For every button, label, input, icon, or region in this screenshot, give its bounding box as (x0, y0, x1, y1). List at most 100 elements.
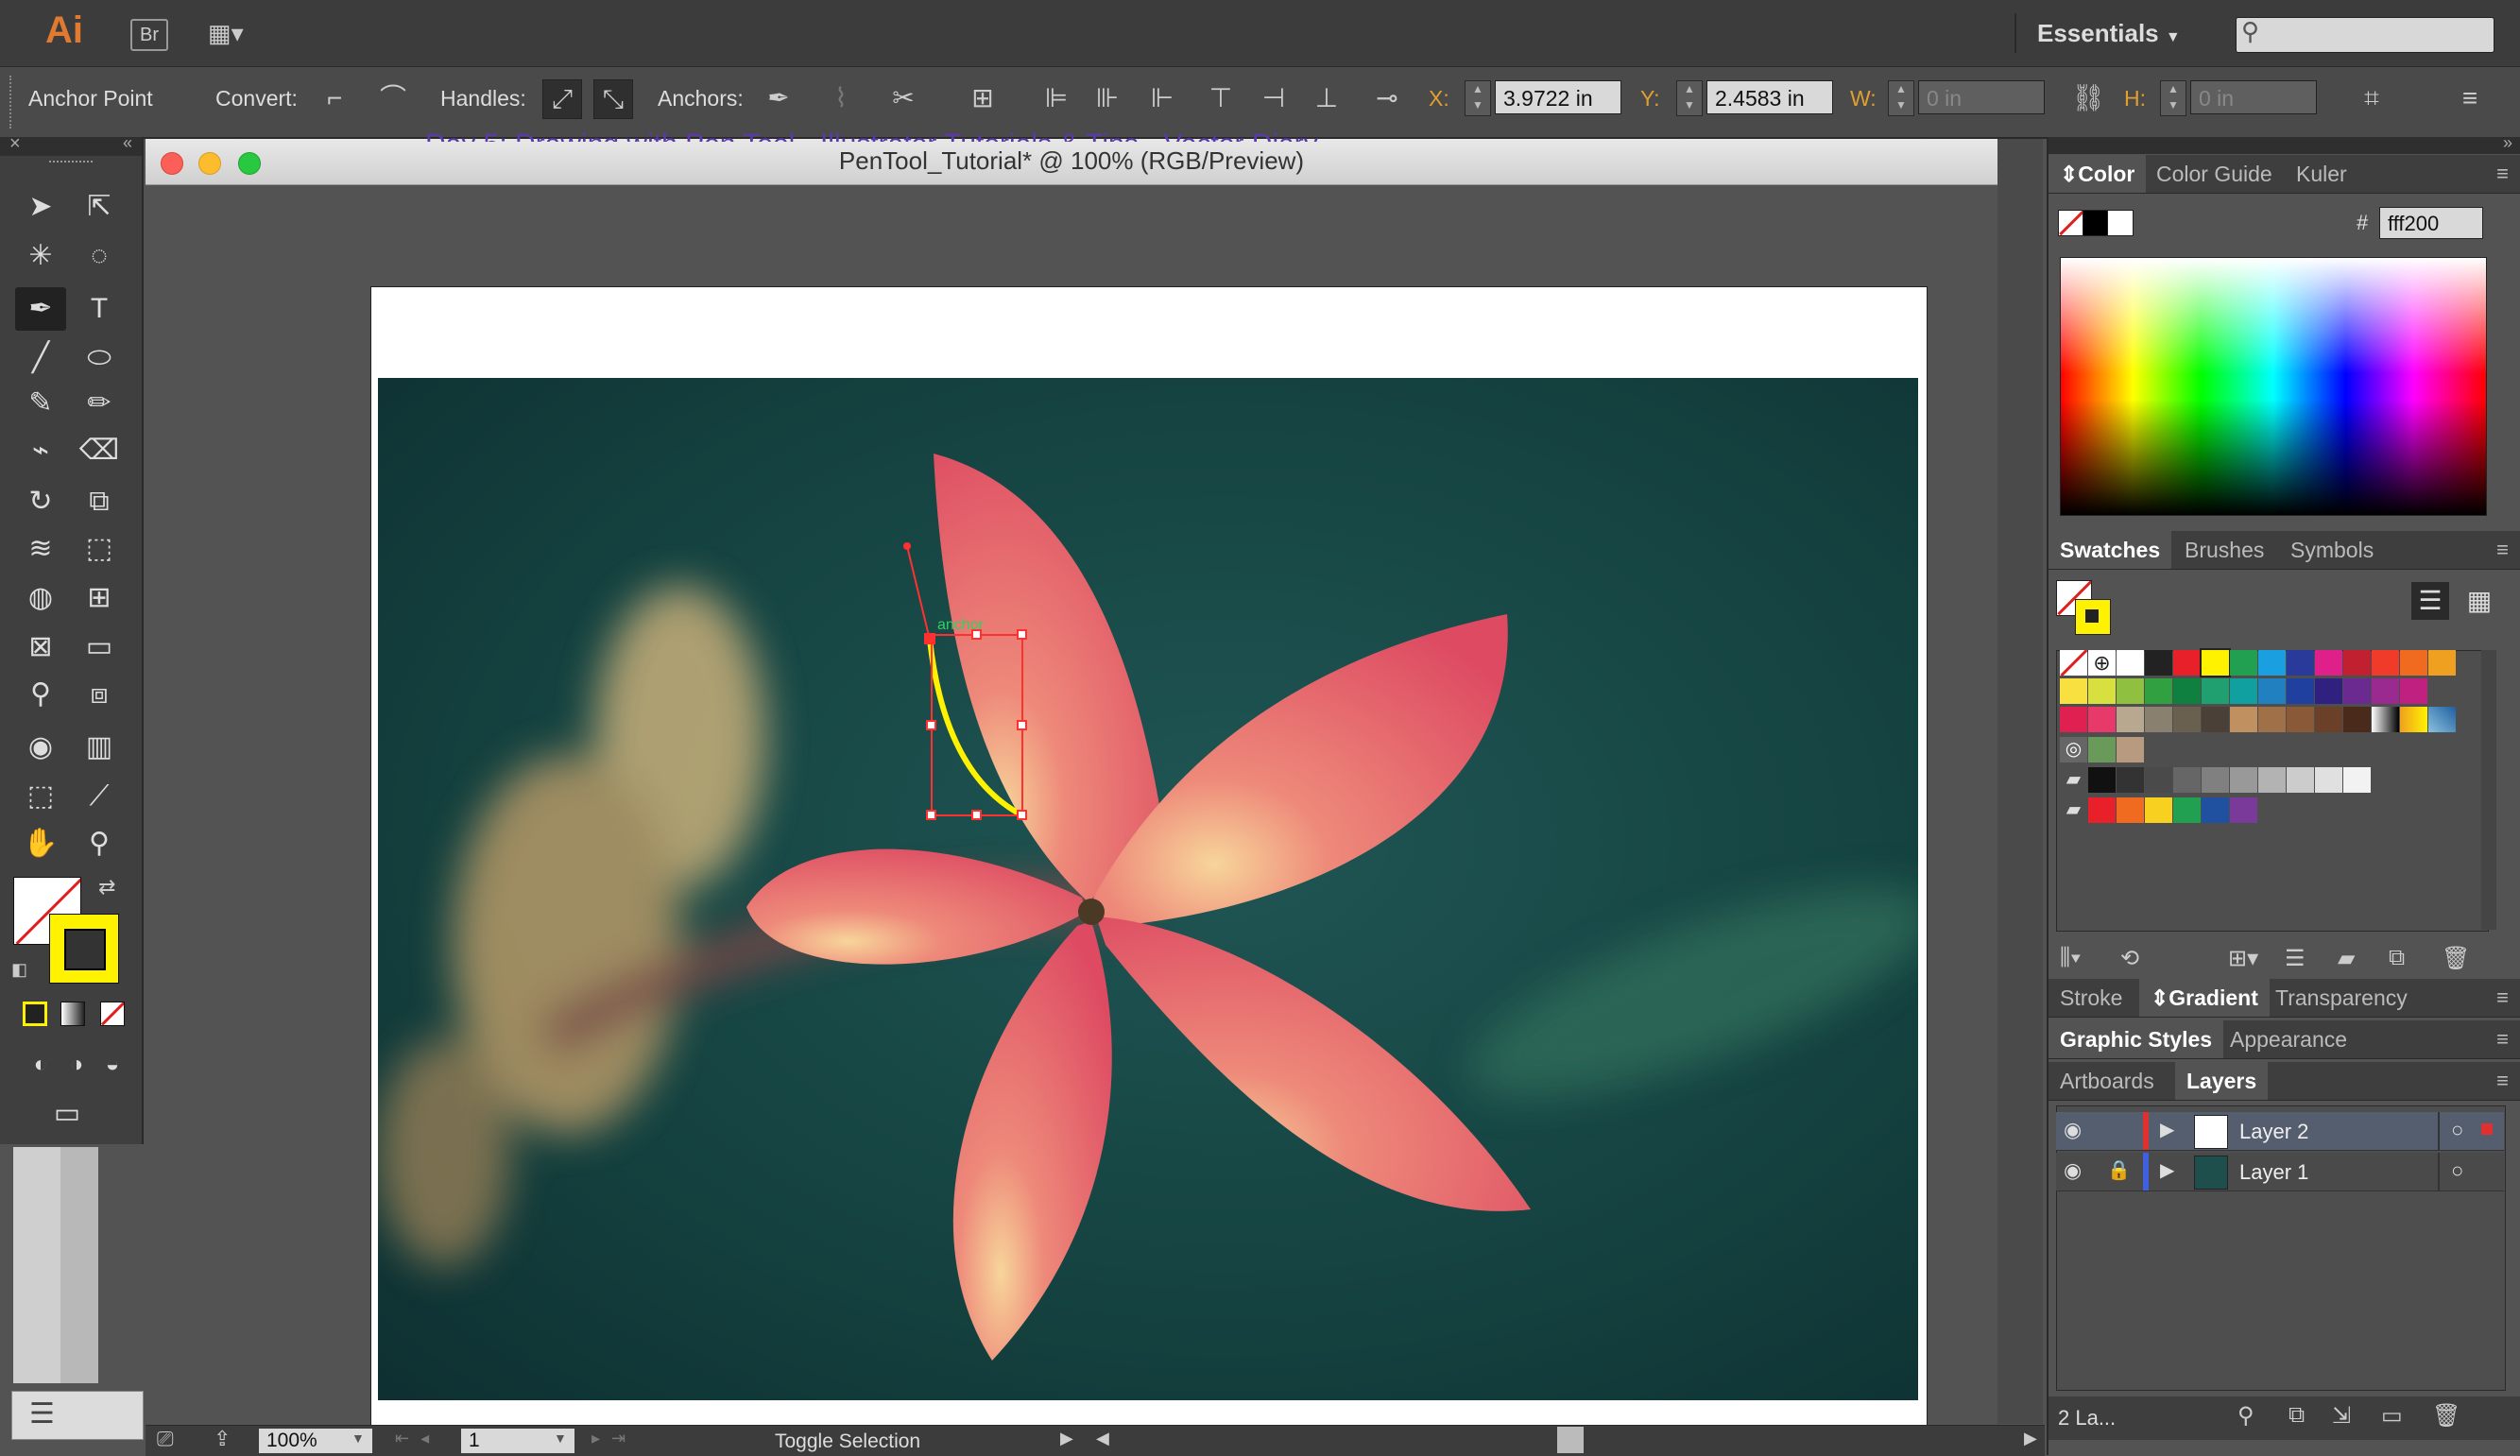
swatch[interactable] (2287, 707, 2314, 732)
width-tool-icon[interactable]: ≋ (15, 527, 66, 571)
swatch[interactable] (2400, 650, 2427, 676)
swatch[interactable] (2287, 650, 2314, 676)
swatch-kind-icon[interactable]: ⟲ (2120, 945, 2139, 972)
swatch[interactable] (2173, 797, 2201, 823)
swatch-stroke-indicator[interactable] (2075, 599, 2111, 635)
swatch[interactable] (2258, 650, 2286, 676)
swatch[interactable] (2372, 650, 2399, 676)
swatch[interactable] (2088, 707, 2116, 732)
pattern-swatch[interactable] (2117, 737, 2144, 762)
align-middle-icon[interactable]: ⊣ (1255, 79, 1293, 117)
pen-tool-icon[interactable]: ✒ (15, 287, 66, 331)
tab-symbols[interactable]: Symbols (2279, 531, 2385, 569)
align-top-icon[interactable]: ⊤ (1202, 79, 1240, 117)
lasso-tool-icon[interactable]: ◌ (74, 234, 125, 278)
magic-wand-tool-icon[interactable]: ✳ (15, 234, 66, 278)
share-icon[interactable]: ⇪ (214, 1427, 231, 1451)
black-color-swatch[interactable] (2083, 210, 2109, 236)
swatch[interactable] (2088, 678, 2116, 704)
artboard-tool-icon[interactable]: ⬚ (15, 775, 66, 818)
tab-gradient[interactable]: ⇕Gradient (2139, 979, 2270, 1017)
direct-selection-tool-icon[interactable]: ⇱ (74, 185, 125, 229)
swatch[interactable] (2145, 707, 2172, 732)
horizontal-scrollbar-thumb[interactable] (1557, 1427, 1584, 1453)
swatch[interactable] (2287, 767, 2314, 793)
visibility-eye-icon[interactable]: ◉ (2064, 1158, 2082, 1183)
gradient-swatch[interactable] (2400, 707, 2427, 732)
swatch[interactable] (2343, 767, 2371, 793)
registration-swatch[interactable]: ⊕ (2088, 650, 2116, 676)
reference-point-icon[interactable]: ⊸ (1368, 79, 1406, 117)
tab-appearance[interactable]: Appearance (2219, 1020, 2358, 1058)
draw-inside-icon[interactable]: ◒ (87, 1043, 138, 1087)
swatch[interactable] (2202, 767, 2229, 793)
swatch[interactable] (2287, 678, 2314, 704)
swatch[interactable] (2088, 767, 2116, 793)
swatch-group-icon[interactable]: ◎ (2060, 737, 2087, 762)
layer-row[interactable]: ◉ 🔒 ▶ Layer 1 ○ (2056, 1153, 2504, 1191)
tab-layers[interactable]: Layers (2175, 1062, 2269, 1100)
swatch[interactable] (2173, 767, 2201, 793)
swatch-list-icon[interactable]: ☰ (2285, 945, 2306, 972)
status-text[interactable]: Toggle Selection (775, 1430, 920, 1453)
rotate-tool-icon[interactable]: ↻ (15, 480, 66, 523)
swatch[interactable] (2258, 678, 2286, 704)
remove-anchor-icon[interactable]: ✒ (760, 79, 797, 117)
pencil-tool-icon[interactable]: ✏ (74, 382, 125, 425)
swatch[interactable] (2117, 678, 2144, 704)
swatch[interactable] (2117, 797, 2144, 823)
x-field[interactable]: 3.9722 in (1495, 80, 1621, 114)
screen-mode-icon[interactable]: ▭ (42, 1092, 93, 1136)
swatch[interactable] (2315, 678, 2342, 704)
isolate-icon[interactable]: ⌗ (2353, 79, 2391, 117)
scale-tool-icon[interactable]: ⧉ (74, 480, 125, 523)
tab-color[interactable]: ⇕Color (2049, 155, 2147, 193)
collapse-icon[interactable]: « (123, 133, 132, 153)
scroll-left-icon[interactable]: ◀ (1096, 1429, 1109, 1448)
tab-kuler[interactable]: Kuler (2285, 155, 2358, 193)
grid-view-icon[interactable]: ▦ (2460, 582, 2498, 620)
eraser-tool-icon[interactable]: ⌫ (74, 429, 125, 472)
gradient-tool-icon[interactable]: ▭ (74, 625, 125, 669)
tab-transparency[interactable]: Transparency (2264, 979, 2419, 1017)
w-field[interactable]: 0 in (1918, 80, 2045, 114)
workspace-switcher[interactable]: Essentials ▼ (2037, 19, 2181, 48)
swatch[interactable] (2202, 797, 2229, 823)
swatch[interactable] (2173, 678, 2201, 704)
swatch[interactable] (2372, 678, 2399, 704)
tab-stroke[interactable]: Stroke (2049, 979, 2134, 1017)
tab-graphic-styles[interactable]: Graphic Styles (2049, 1020, 2224, 1058)
new-sublayer-icon[interactable]: ⇲ (2332, 1402, 2351, 1430)
status-menu-icon[interactable]: ▶ (1060, 1429, 1073, 1448)
layer-name[interactable]: Layer 1 (2239, 1160, 2308, 1185)
bridge-button[interactable]: Br (130, 19, 168, 51)
swatch[interactable] (2230, 678, 2257, 704)
y-stepper[interactable]: ▲ ▼ (1676, 80, 1703, 116)
panel-menu-icon[interactable]: ≡ (2496, 979, 2509, 1017)
show-handles-icon[interactable]: ⤢ (542, 79, 582, 119)
lock-icon[interactable]: 🔒 (2107, 1158, 2131, 1182)
panel-menu-icon[interactable]: ≡ (2496, 155, 2509, 193)
swatch[interactable] (2117, 767, 2144, 793)
swatch-scrollbar[interactable] (2481, 650, 2496, 930)
swatch[interactable] (2173, 707, 2201, 732)
placed-photo[interactable]: anchor (378, 378, 1918, 1400)
swatch[interactable] (2230, 707, 2257, 732)
disclosure-triangle-icon[interactable]: ▶ (2160, 1158, 2174, 1182)
connect-endpoints-icon[interactable]: ⌇ (822, 79, 860, 117)
perspective-grid-tool-icon[interactable]: ⊞ (74, 576, 125, 620)
transform-icon[interactable]: ⊞ (964, 79, 1002, 117)
swatch[interactable] (2343, 650, 2371, 676)
color-mode-icon[interactable] (23, 1002, 47, 1026)
shape-builder-tool-icon[interactable]: ◍ (15, 576, 66, 620)
chevron-down-icon[interactable]: ▼ (351, 1430, 365, 1446)
paintbrush-tool-icon[interactable]: ✎ (15, 382, 66, 425)
convert-to-smooth-icon[interactable]: ⌒ (374, 79, 412, 117)
swatch[interactable] (2145, 650, 2172, 676)
chevron-down-icon[interactable]: ▼ (554, 1430, 567, 1446)
layer-row[interactable]: ◉ ▶ Layer 2 ○ (2056, 1112, 2504, 1151)
swatch[interactable] (2145, 767, 2172, 793)
swatch[interactable] (2428, 650, 2456, 676)
vertical-scrollbar[interactable] (1997, 139, 2043, 1424)
panel-menu-icon[interactable]: ≡ (2496, 531, 2509, 569)
